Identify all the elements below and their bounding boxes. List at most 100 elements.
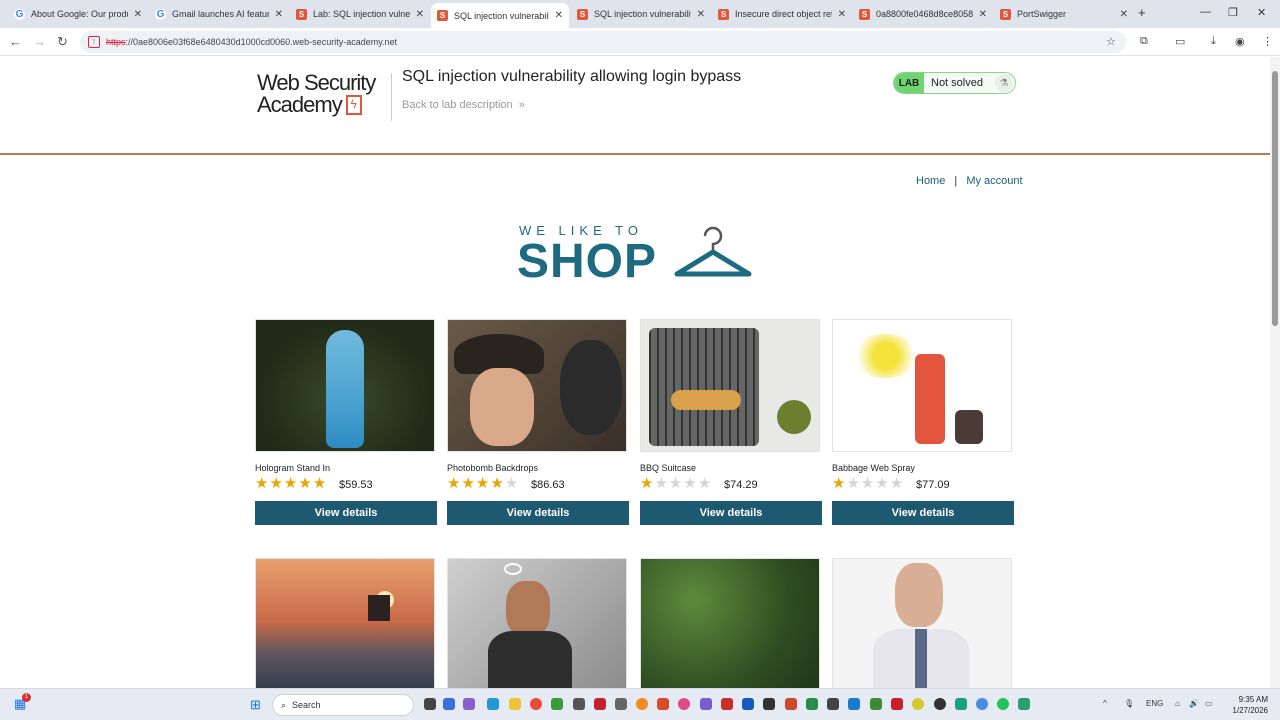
app-icon[interactable] — [806, 698, 818, 710]
web-security-academy-logo[interactable]: Web Security Academy ϟ — [257, 72, 392, 120]
star-rating: ★★★★★ — [832, 476, 904, 492]
reload-icon[interactable]: ↻ — [57, 34, 68, 50]
network-icon[interactable]: ⌂ — [1175, 699, 1180, 708]
minimize-icon[interactable]: — — [1200, 6, 1211, 18]
tab-idor[interactable]: S Insecure direct object refe ✕ — [712, 3, 852, 25]
app-icon[interactable] — [934, 698, 946, 710]
view-details-button[interactable]: View details — [832, 501, 1014, 525]
close-icon[interactable]: ✕ — [416, 9, 424, 20]
app-icon[interactable] — [1018, 698, 1030, 710]
forward-arrow-icon[interactable]: → — [33, 34, 46, 49]
window-close-icon[interactable]: ✕ — [1257, 6, 1266, 19]
app-icon[interactable] — [657, 698, 669, 710]
back-arrow-icon[interactable]: ← — [9, 34, 22, 49]
product-image-photobomb[interactable] — [447, 319, 627, 452]
tray-overflow-icon[interactable]: ^ — [1103, 699, 1107, 708]
extensions-icon[interactable]: ⧉ — [1140, 35, 1148, 48]
xbox-icon[interactable] — [551, 698, 563, 710]
chrome-icon[interactable] — [530, 698, 542, 710]
product-image-angel[interactable] — [447, 558, 627, 688]
close-icon[interactable]: ✕ — [275, 9, 283, 20]
firefox-icon[interactable] — [636, 698, 648, 710]
back-to-lab-description-link[interactable]: Back to lab description » — [402, 99, 525, 111]
scrollbar-thumb[interactable] — [1272, 71, 1278, 326]
tab-lab-sqli[interactable]: S Lab: SQL injection vulnerab ✕ — [290, 3, 430, 25]
star-filled-icon: ★ — [312, 475, 328, 492]
search-placeholder: Search — [292, 700, 321, 710]
app-icon[interactable] — [594, 698, 606, 710]
file-explorer-icon[interactable] — [509, 698, 521, 710]
address-bar[interactable]: ! https ://0ae8006e03f68e6480430d1000cd0… — [80, 31, 1126, 53]
close-icon[interactable]: ✕ — [555, 10, 563, 21]
tab-portswigger[interactable]: S PortSwigger ✕ — [994, 3, 1134, 25]
top-navigation: Home | My account — [916, 175, 1023, 187]
download-icon[interactable]: ⤓ — [1211, 35, 1216, 48]
tab-sqli-2[interactable]: S SQL injection vulnerability ✕ — [571, 3, 711, 25]
browser-toolbar: ← → ↻ ! https ://0ae8006e03f68e6480430d1… — [0, 28, 1280, 56]
clothes-hanger-icon — [674, 226, 752, 277]
close-icon[interactable]: ✕ — [1120, 9, 1128, 20]
product-image-paper-boat[interactable] — [255, 558, 435, 688]
outlook-icon[interactable] — [742, 698, 754, 710]
app-icon[interactable] — [721, 698, 733, 710]
task-view-icon[interactable] — [424, 698, 436, 710]
header-divider — [0, 153, 1270, 155]
lab-status-text: Not solved — [931, 77, 983, 89]
language-indicator[interactable]: ENG — [1146, 699, 1163, 708]
close-icon[interactable]: ✕ — [697, 9, 705, 20]
google-favicon-icon: G — [14, 8, 25, 20]
tab-about-google[interactable]: G About Google: Our products ✕ — [8, 3, 148, 25]
not-secure-icon[interactable]: ! — [88, 36, 100, 48]
app-icon[interactable] — [700, 698, 712, 710]
media-icon[interactable]: ▭ — [1175, 35, 1185, 48]
close-icon[interactable]: ✕ — [979, 9, 987, 20]
app-icon[interactable] — [678, 698, 690, 710]
my-account-link[interactable]: My account — [966, 175, 1022, 187]
windows-start-icon[interactable]: ⊞ — [250, 697, 261, 713]
app-icon[interactable] — [870, 698, 882, 710]
view-details-button[interactable]: View details — [640, 501, 822, 525]
product-image-leaves[interactable] — [640, 558, 820, 688]
new-tab-button[interactable]: + — [1138, 5, 1146, 20]
app-icon[interactable] — [615, 698, 627, 710]
google-favicon-icon: G — [155, 8, 166, 20]
home-link[interactable]: Home — [916, 175, 945, 187]
battery-icon[interactable]: ▭ — [1205, 699, 1213, 708]
view-details-button[interactable]: View details — [255, 501, 437, 525]
vscode-icon[interactable] — [848, 698, 860, 710]
acrobat-icon[interactable] — [891, 698, 903, 710]
menu-kebab-icon[interactable]: ⋮ — [1262, 35, 1273, 48]
view-details-button[interactable]: View details — [447, 501, 629, 525]
whatsapp-icon[interactable] — [997, 698, 1009, 710]
system-clock[interactable]: 9:35 AM 1/27/2026 — [1224, 694, 1268, 716]
product-image-web-spray[interactable] — [832, 319, 1012, 452]
product-image-man-eating[interactable] — [832, 558, 1012, 688]
star-empty-icon: ★ — [683, 475, 698, 492]
close-icon[interactable]: ✕ — [838, 9, 846, 20]
restore-icon[interactable]: ❐ — [1228, 6, 1238, 19]
powerpoint-icon[interactable] — [785, 698, 797, 710]
profile-icon[interactable]: ◉ — [1235, 35, 1245, 48]
microphone-icon[interactable]: 🎙 — [1124, 699, 1134, 708]
star-filled-icon: ★ — [475, 475, 491, 492]
app-icon[interactable] — [955, 698, 967, 710]
tab-gmail[interactable]: G Gmail launches AI features ✕ — [149, 3, 289, 25]
app-icon[interactable] — [443, 698, 455, 710]
app-icon[interactable] — [827, 698, 839, 710]
app-icon[interactable] — [763, 698, 775, 710]
bookmark-star-icon[interactable]: ☆ — [1106, 35, 1116, 48]
volume-icon[interactable]: 🔊 — [1189, 699, 1199, 708]
tab-lab-instance[interactable]: S 0a8800fe0468d8ce8058a3 ✕ — [853, 3, 993, 25]
app-icon[interactable] — [573, 698, 585, 710]
app-icon[interactable] — [912, 698, 924, 710]
close-icon[interactable]: ✕ — [134, 9, 142, 20]
app-icon[interactable] — [463, 698, 475, 710]
product-image-hologram[interactable] — [255, 319, 435, 452]
portswigger-favicon-icon: S — [718, 8, 729, 20]
chrome-active-icon[interactable] — [976, 698, 988, 710]
tab-sqli-active[interactable]: S SQL injection vulnerability ✕ — [431, 3, 569, 28]
taskbar-search-box[interactable]: ⌕ Search — [272, 694, 414, 716]
page-scrollbar[interactable] — [1270, 57, 1280, 688]
product-image-bbq[interactable] — [640, 319, 820, 452]
edge-icon[interactable] — [487, 698, 499, 710]
